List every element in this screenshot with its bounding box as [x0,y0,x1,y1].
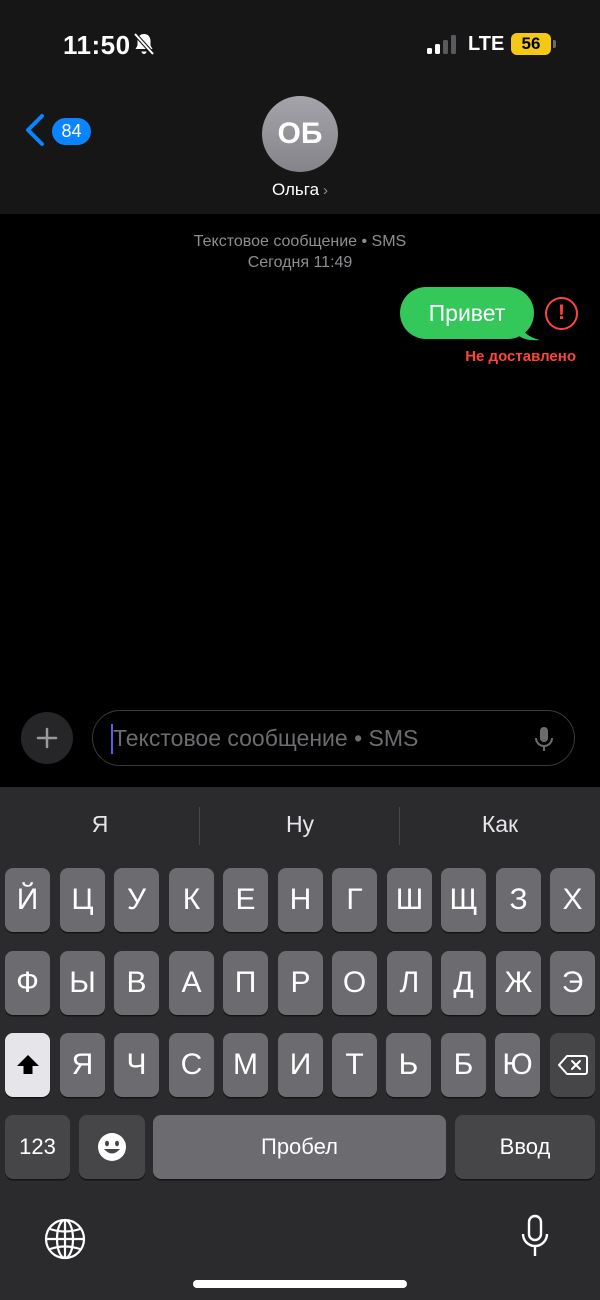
key-В[interactable]: В [114,951,159,1015]
key-Щ[interactable]: Щ [441,868,486,932]
backspace-icon [557,1055,588,1075]
key-А[interactable]: А [169,951,214,1015]
key-П[interactable]: П [223,951,268,1015]
delete-key[interactable] [550,1033,595,1097]
message-input-placeholder: Текстовое сообщение • SMS [113,725,419,751]
globe-icon[interactable] [43,1217,87,1261]
bubble-tail [518,317,540,341]
key-Е[interactable]: Е [223,868,268,932]
emoji-key[interactable] [79,1115,145,1179]
message-timestamp: Сегодня 11:49 [247,254,353,271]
battery-cap [553,40,556,48]
plus-icon [36,727,58,749]
key-С[interactable]: С [169,1033,214,1097]
key-Ж[interactable]: Ж [496,951,541,1015]
suggestion-1[interactable]: Я [0,811,200,838]
key-О[interactable]: О [332,951,377,1015]
suggestion-3[interactable]: Как [400,811,600,838]
key-Т[interactable]: Т [332,1033,377,1097]
key-З[interactable]: З [496,868,541,932]
chevron-right-icon: › [323,182,329,199]
service-label: Текстовое сообщение • SMS [193,233,407,250]
key-М[interactable]: М [223,1033,268,1097]
suggestion-2[interactable]: Ну [200,811,400,838]
key-Г[interactable]: Г [332,868,377,932]
space-key[interactable]: Пробел [153,1115,446,1179]
battery-indicator: 56 [511,33,551,55]
key-Х[interactable]: Х [550,868,595,932]
key-Ф[interactable]: Ф [5,951,50,1015]
key-Р[interactable]: Р [278,951,323,1015]
status-time: 11:50 [63,30,131,60]
key-Д[interactable]: Д [441,951,486,1015]
key-Ч[interactable]: Ч [114,1033,159,1097]
bell-muted-icon [133,32,155,56]
delivery-status: Не доставлено [465,348,576,365]
message-input[interactable]: Текстовое сообщение • SMS [92,710,575,766]
back-chevron-icon[interactable] [22,112,48,148]
key-Э[interactable]: Э [550,951,595,1015]
numbers-key[interactable]: 123 [5,1115,70,1179]
sent-message-bubble[interactable]: Привет [400,287,534,339]
key-Я[interactable]: Я [60,1033,105,1097]
contact-name-button[interactable]: Ольга › [200,180,400,200]
keyboard: Я Ну Как ЙЦУКЕНГШЩЗХ ФЫВАПРОЛДЖЭ ЯЧСМИТЬ… [0,787,600,1300]
shift-arrow-icon [16,1055,39,1074]
signal-strength-icon [427,34,459,54]
key-Ш[interactable]: Ш [387,868,432,932]
emoji-face-icon [98,1133,126,1161]
network-type: LTE [468,33,505,55]
key-Л[interactable]: Л [387,951,432,1015]
key-Ю[interactable]: Ю [495,1033,540,1097]
key-У[interactable]: У [114,868,159,932]
key-И[interactable]: И [278,1033,323,1097]
dictation-microphone-icon[interactable] [520,1214,550,1260]
key-Н[interactable]: Н [278,868,323,932]
contact-name: Ольга [271,180,320,199]
key-Й[interactable]: Й [5,868,50,932]
home-indicator[interactable] [193,1280,407,1288]
key-Ы[interactable]: Ы [60,951,105,1015]
contact-avatar[interactable]: ОБ [262,96,338,172]
dictation-mic-icon[interactable] [533,725,555,753]
return-key[interactable]: Ввод [455,1115,595,1179]
status-bar: 11:50 LTE 56 [0,0,600,90]
key-Б[interactable]: Б [441,1033,486,1097]
key-Ц[interactable]: Ц [60,868,105,932]
shift-key[interactable] [5,1033,50,1097]
unread-count-badge[interactable]: 84 [52,118,91,145]
key-Ь[interactable]: Ь [386,1033,431,1097]
conversation-header: 84 ОБ Ольга › [0,90,600,214]
add-attachment-button[interactable] [21,712,73,764]
key-К[interactable]: К [169,868,214,932]
error-exclamation-icon[interactable]: ! [545,297,578,330]
